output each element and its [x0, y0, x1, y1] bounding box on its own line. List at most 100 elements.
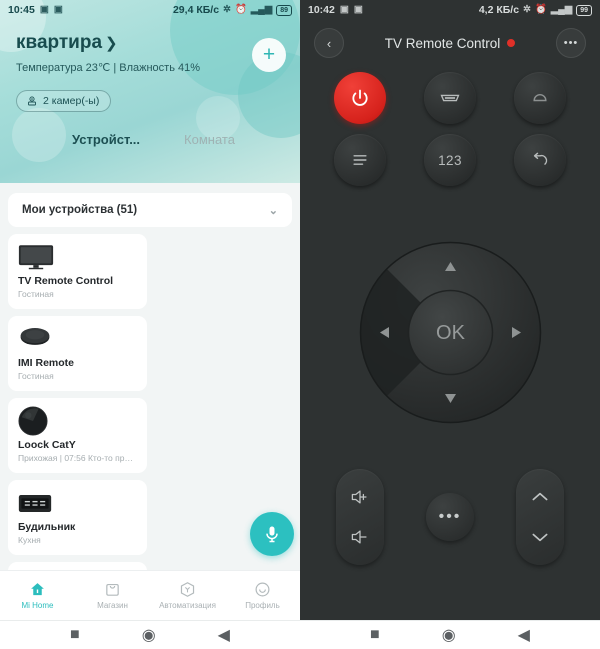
tab-devices[interactable]: Устройст...: [72, 132, 140, 152]
volume-down-icon: [351, 530, 367, 544]
more-options-button[interactable]: •••: [556, 28, 586, 58]
device-card-switch[interactable]: Переключить Гостиная: [8, 562, 147, 570]
battery-indicator: 89: [276, 4, 292, 16]
power-button[interactable]: [334, 72, 386, 124]
automation-icon: [180, 582, 195, 597]
android-nav-bar-left: ■ ◉ ◀: [0, 620, 300, 649]
bottom-navigation: Mi Home Магазин Автоматизация Профиль: [0, 570, 300, 620]
remote-title-label: TV Remote Control: [384, 35, 501, 51]
menu-button[interactable]: [334, 134, 386, 186]
volume-down-button[interactable]: [336, 517, 384, 557]
return-button[interactable]: [514, 134, 566, 186]
home-button[interactable]: ◉: [442, 625, 456, 645]
mic-icon: [266, 526, 278, 543]
device-name: Будильник: [18, 521, 76, 533]
source-button[interactable]: [424, 72, 476, 124]
camera-count-chip[interactable]: 2 камер(-ы): [16, 90, 112, 112]
plus-icon: +: [262, 43, 276, 66]
left-status-bar: 10:45 ▣ ▣ 29,4 КБ/с ✲ ⏰ ▂▄▆ 89: [0, 0, 300, 20]
recents-button[interactable]: ■: [70, 626, 80, 644]
channel-down-button[interactable]: [516, 517, 564, 557]
back-button[interactable]: ‹: [314, 28, 344, 58]
menu-lines-icon: [353, 155, 367, 165]
alarm-icon: ⏰: [535, 4, 547, 16]
camera-count-label: 2 камер(-ы): [43, 95, 100, 107]
device-name: Loock CatY: [18, 439, 76, 451]
volume-up-icon: [351, 490, 367, 504]
volume-up-button[interactable]: [336, 477, 384, 517]
camera-icon: ▣: [39, 4, 49, 16]
camera-icon: ▣: [353, 4, 363, 16]
chevron-down-icon: ⌄: [268, 204, 278, 217]
status-time: 10:42: [308, 4, 335, 16]
remote-header: ‹ TV Remote Control •••: [300, 20, 600, 66]
device-room: Гостиная: [18, 289, 54, 299]
ellipsis-icon: •••: [563, 37, 579, 49]
home-button[interactable]: ◉: [142, 625, 156, 645]
alarm-icon: ⏰: [235, 4, 247, 16]
shop-bag-icon: [106, 583, 119, 596]
bluetooth-icon: ✲: [523, 4, 532, 16]
home-name-selector[interactable]: квартира ❯: [16, 32, 284, 54]
signal-icon: ▂▄▆: [250, 4, 273, 16]
home-name-label: квартира: [16, 32, 103, 53]
source-hdmi-icon: [440, 94, 460, 102]
numeric-keypad-button[interactable]: 123: [424, 134, 476, 186]
camera-icon: ▣: [339, 4, 349, 16]
group-label: Мои устройства (51): [22, 204, 138, 216]
remote-bottom-controls: •••: [300, 469, 600, 565]
tv-remote-panel: 10:42 ▣ ▣ 4,2 КБ/с ✲ ⏰ ▂▄▆ 99 ‹ TV Remot…: [300, 0, 600, 649]
volume-control: [336, 469, 384, 565]
nav-label: Профиль: [245, 601, 280, 610]
device-room: Прихожая | 07:56 Кто-то прох...: [18, 453, 137, 463]
camera-icon: ▣: [53, 4, 63, 16]
nav-label: Автоматизация: [159, 601, 216, 610]
recording-dot-icon: [507, 39, 516, 47]
status-time: 10:45: [8, 4, 35, 16]
network-speed: 29,4 КБ/с: [172, 4, 220, 16]
alarm-clock-icon: [18, 488, 137, 518]
profile-smiley-icon: [255, 582, 270, 597]
remote-button-row-2: 123: [300, 134, 600, 186]
camera-icon: [28, 96, 36, 106]
dpad-ok-label: OK: [436, 322, 466, 344]
chevron-right-icon: ❯: [105, 35, 118, 52]
recents-button[interactable]: ■: [370, 626, 380, 644]
network-speed: 4,2 КБ/с: [478, 4, 520, 16]
tab-rooms[interactable]: Комната: [184, 132, 235, 152]
dpad-container: OK: [300, 240, 600, 425]
nav-item-profile[interactable]: Профиль: [225, 581, 300, 610]
my-devices-group-header[interactable]: Мои устройства (51) ⌄: [8, 193, 292, 227]
tv-icon: [18, 242, 137, 272]
nav-item-store[interactable]: Магазин: [75, 581, 150, 610]
home-icon: [533, 93, 547, 102]
back-arrow-icon: [533, 152, 548, 165]
chevron-up-icon: [532, 492, 548, 501]
chevron-left-icon: ‹: [326, 35, 332, 51]
back-button[interactable]: ◀: [218, 625, 230, 645]
mi-home-app-panel: 10:45 ▣ ▣ 29,4 КБ/с ✲ ⏰ ▂▄▆ 89 квартира …: [0, 0, 300, 649]
device-name: TV Remote Control: [18, 275, 114, 287]
puck-remote-icon: [18, 324, 137, 354]
signal-icon: ▂▄▆: [550, 4, 573, 16]
home-tabs: Устройст... Комната: [0, 132, 300, 152]
channel-up-button[interactable]: [516, 477, 564, 517]
nav-item-mi-home[interactable]: Mi Home: [0, 581, 75, 610]
nav-item-automation[interactable]: Автоматизация: [150, 581, 225, 610]
device-card-tv-remote[interactable]: TV Remote Control Гостиная: [8, 234, 147, 309]
right-status-bar: 10:42 ▣ ▣ 4,2 КБ/с ✲ ⏰ ▂▄▆ 99: [300, 0, 600, 20]
door-lock-icon: [18, 406, 137, 436]
add-device-button[interactable]: +: [252, 38, 286, 72]
home-button[interactable]: [514, 72, 566, 124]
more-functions-button[interactable]: •••: [426, 493, 474, 541]
back-button[interactable]: ◀: [518, 625, 530, 645]
device-card-imi-remote[interactable]: IMI Remote Гостиная: [8, 316, 147, 391]
home-icon: [31, 583, 44, 596]
device-card-loock-caty[interactable]: Loock CatY Прихожая | 07:56 Кто-то прох.…: [8, 398, 147, 473]
voice-assistant-button[interactable]: [250, 512, 294, 556]
device-name: IMI Remote: [18, 357, 75, 369]
ellipsis-icon: •••: [438, 508, 462, 525]
device-card-alarm-clock[interactable]: Будильник Кухня: [8, 480, 147, 555]
remote-body: 123 OK •••: [300, 66, 600, 620]
numeric-label: 123: [438, 152, 462, 168]
